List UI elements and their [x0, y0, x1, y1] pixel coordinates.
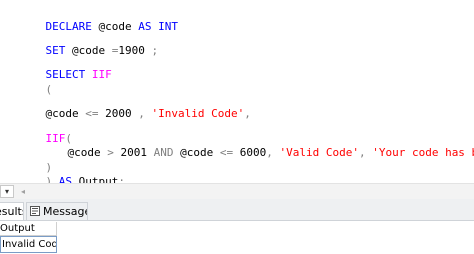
zoom-dropdown[interactable]: ▾ — [0, 185, 14, 198]
query-editor[interactable]: DECLARE @code AS INT SET @code =1900 ; S… — [0, 0, 474, 183]
tab-results-label: esults — [0, 205, 23, 218]
result-cell[interactable]: Invalid Code — [0, 236, 57, 253]
string-literal: 'Your code has been Expired' — [372, 146, 474, 159]
keyword: INT — [158, 20, 178, 33]
string-literal: 'Invalid Code' — [151, 107, 245, 120]
operator: ; — [118, 175, 125, 183]
operator: , — [358, 146, 366, 159]
column-header-output[interactable]: Output — [0, 222, 57, 236]
results-tabbar: esults Messages — [0, 199, 474, 221]
operator: AND — [153, 146, 174, 159]
operator: , — [244, 107, 251, 120]
code-line-7: @code > 2001 AND @code <= 6000, 'Valid C… — [41, 129, 474, 159]
scroll-left-arrow-icon[interactable]: ◂ — [17, 185, 29, 198]
function-name: IIF — [91, 68, 112, 81]
operator: , — [138, 107, 145, 120]
operator: <= — [85, 107, 99, 120]
string-literal: 'Valid Code' — [279, 146, 359, 159]
number: 6000 — [233, 146, 267, 159]
code-line-1: DECLARE @code AS INT — [19, 3, 178, 33]
operator: <= — [219, 146, 234, 159]
chevron-down-icon: ▾ — [4, 187, 9, 196]
alias: Output — [72, 175, 119, 183]
variable: @code — [173, 146, 220, 159]
messages-icon — [30, 206, 40, 216]
tab-messages[interactable]: Messages — [26, 202, 88, 220]
number: 1900 — [118, 44, 145, 57]
code-line-4: ( — [19, 66, 53, 96]
tab-results[interactable]: esults — [0, 202, 24, 220]
code-line-9: ) AS Output; — [19, 158, 125, 183]
keyword: AS — [58, 175, 72, 183]
horizontal-scrollbar[interactable]: ▾ ◂ — [0, 183, 474, 199]
tab-messages-label: Messages — [43, 205, 87, 218]
code-line-5: @code <= 2000 , 'Invalid Code', — [19, 90, 251, 120]
operator: ; — [151, 44, 159, 57]
code-line-3: SELECT IIF — [19, 51, 112, 81]
code-line-2: SET @code =1900 ; — [19, 27, 159, 57]
operator: , — [266, 146, 273, 159]
number: 2000 — [98, 107, 139, 120]
results-grid: Output Invalid Code — [0, 221, 474, 254]
